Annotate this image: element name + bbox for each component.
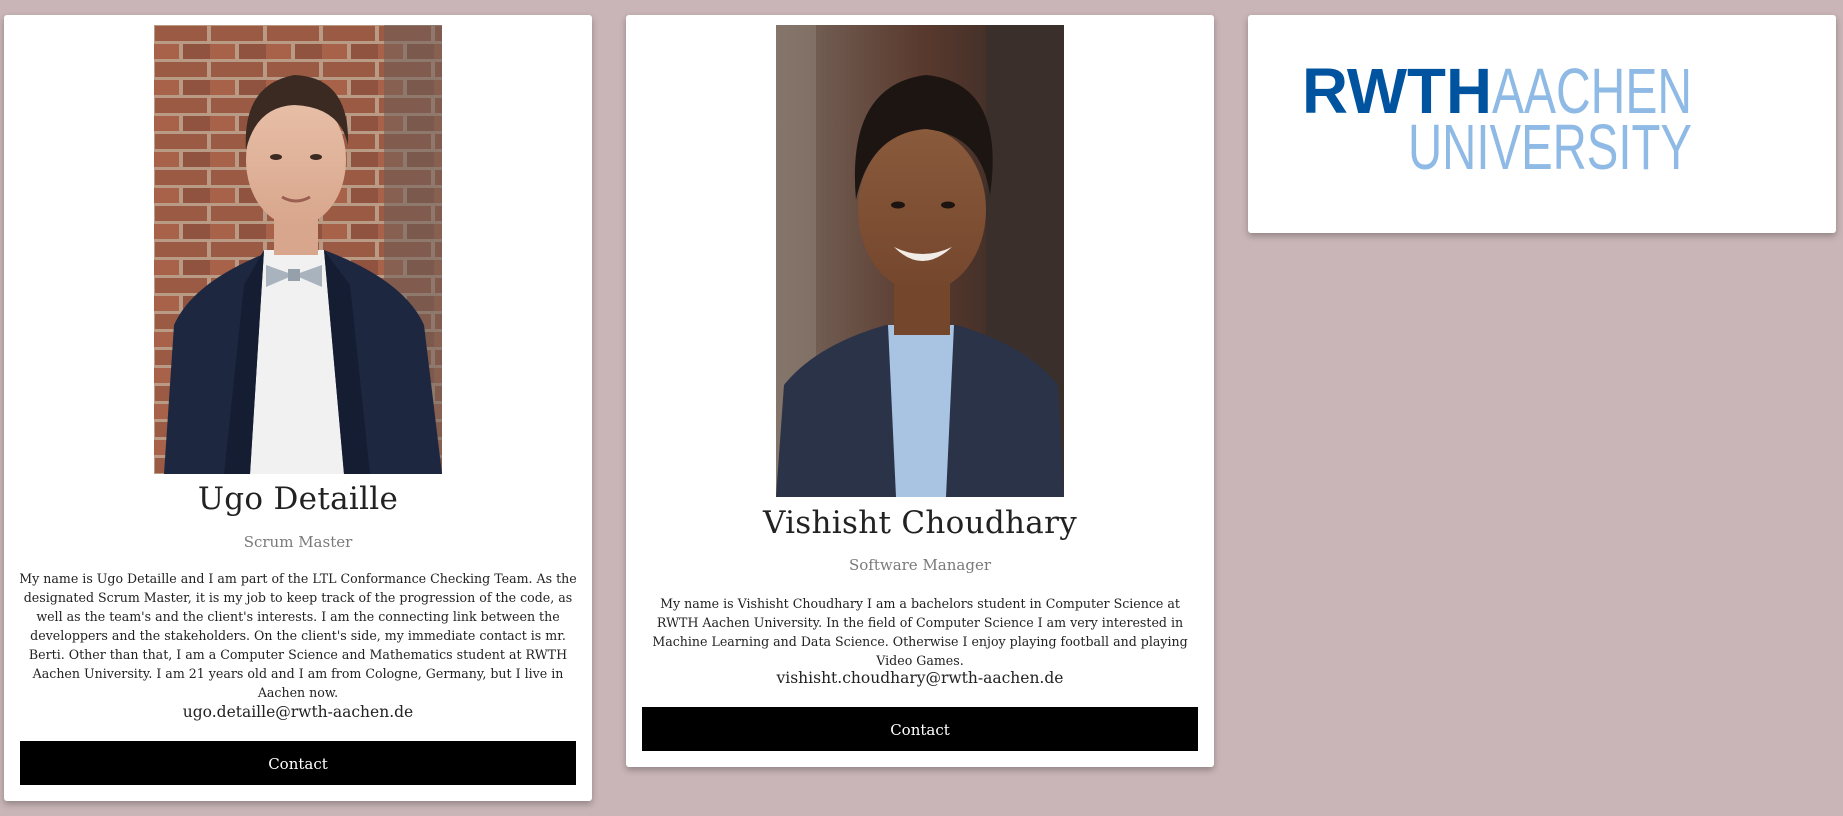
team-member-card-ugo: Ugo Detaille Scrum Master My name is Ugo… bbox=[4, 15, 592, 801]
member-email: ugo.detaille@rwth-aachen.de bbox=[182, 703, 414, 721]
contact-button[interactable]: Contact bbox=[642, 707, 1198, 751]
member-name: Ugo Detaille bbox=[197, 481, 399, 517]
rwth-logo: RWTH AACHEN UNIVERSITY bbox=[1302, 55, 1702, 193]
member-role: Software Manager bbox=[848, 556, 992, 574]
member-role: Scrum Master bbox=[243, 533, 353, 551]
member-bio: My name is Ugo Detaille and I am part of… bbox=[19, 571, 577, 700]
university-logo-card: RWTH AACHEN UNIVERSITY bbox=[1248, 15, 1836, 233]
member-bio: My name is Vishisht Choudhary I am a bac… bbox=[652, 596, 1188, 668]
logo-word-university: UNIVERSITY bbox=[1408, 111, 1692, 183]
profile-photo-vishisht bbox=[776, 25, 1064, 497]
team-member-card-vishisht: Vishisht Choudhary Software Manager My n… bbox=[626, 15, 1214, 767]
member-email: vishisht.choudhary@rwth-aachen.de bbox=[776, 669, 1064, 687]
member-name: Vishisht Choudhary bbox=[762, 505, 1078, 541]
profile-photo-ugo bbox=[154, 25, 442, 474]
contact-button[interactable]: Contact bbox=[20, 741, 576, 785]
